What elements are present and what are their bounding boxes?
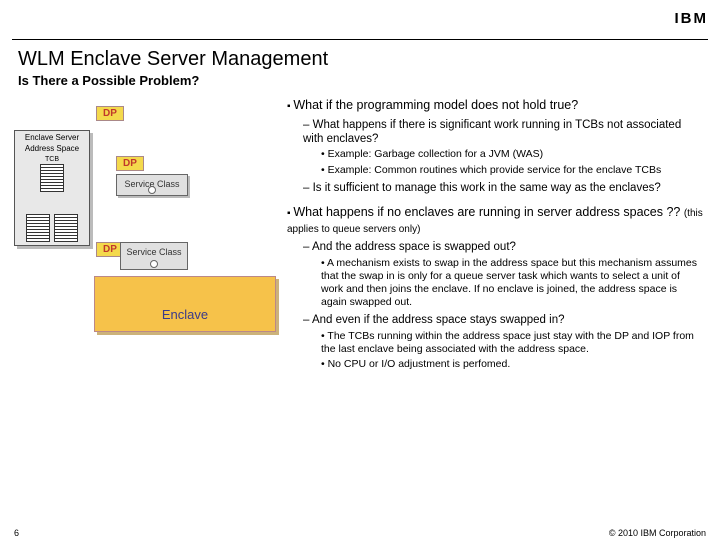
tcb-label: TCB — [18, 156, 86, 163]
server-address-space-box: Enclave Server Address Space TCB — [14, 130, 90, 246]
bullet-l3: The TCBs running within the address spac… — [321, 330, 704, 356]
bullet-text: What happens if no enclaves are running … — [293, 205, 684, 219]
bullet-l2: And even if the address space stays swap… — [303, 313, 704, 327]
enclave-box: Enclave — [94, 276, 276, 332]
bullet-l1: What if the programming model does not h… — [287, 98, 704, 114]
page-subtitle: Is There a Possible Problem? — [18, 73, 720, 88]
tcb-icon — [26, 214, 50, 242]
service-class-box: Service Class — [120, 242, 188, 270]
bullet-l2: And the address space is swapped out? — [303, 240, 704, 254]
bullet-l1: What happens if no enclaves are running … — [287, 205, 704, 236]
dp-badge: DP — [96, 106, 124, 121]
tcb-icon — [40, 164, 64, 192]
bullet-l3: Example: Common routines which provide s… — [321, 164, 704, 177]
bullet-l2: Is it sufficient to manage this work in … — [303, 181, 704, 195]
text-column: What if the programming model does not h… — [283, 98, 720, 448]
bullet-l3: Example: Garbage collection for a JVM (W… — [321, 148, 704, 161]
page-title: WLM Enclave Server Management — [18, 48, 720, 71]
dp-badge: DP — [116, 156, 144, 171]
footer: 6 © 2010 IBM Corporation — [0, 528, 720, 538]
server-label-line1: Enclave Server — [18, 134, 86, 143]
header-bar: IBM — [12, 4, 708, 40]
bullet-l3: A mechanism exists to swap in the addres… — [321, 257, 704, 310]
copyright: © 2010 IBM Corporation — [609, 528, 706, 538]
bullet-l3: No CPU or I/O adjustment is perfomed. — [321, 358, 704, 371]
architecture-diagram: DP Enclave Server Address Space TCB DP S… — [8, 98, 283, 448]
bullet-l2: What happens if there is significant wor… — [303, 118, 704, 147]
ibm-logo: IBM — [675, 10, 709, 27]
tcb-icon — [54, 214, 78, 242]
page-number: 6 — [14, 528, 19, 538]
content: DP Enclave Server Address Space TCB DP S… — [0, 98, 720, 448]
server-label-line2: Address Space — [18, 145, 86, 154]
service-class-box: Service Class — [116, 174, 188, 196]
